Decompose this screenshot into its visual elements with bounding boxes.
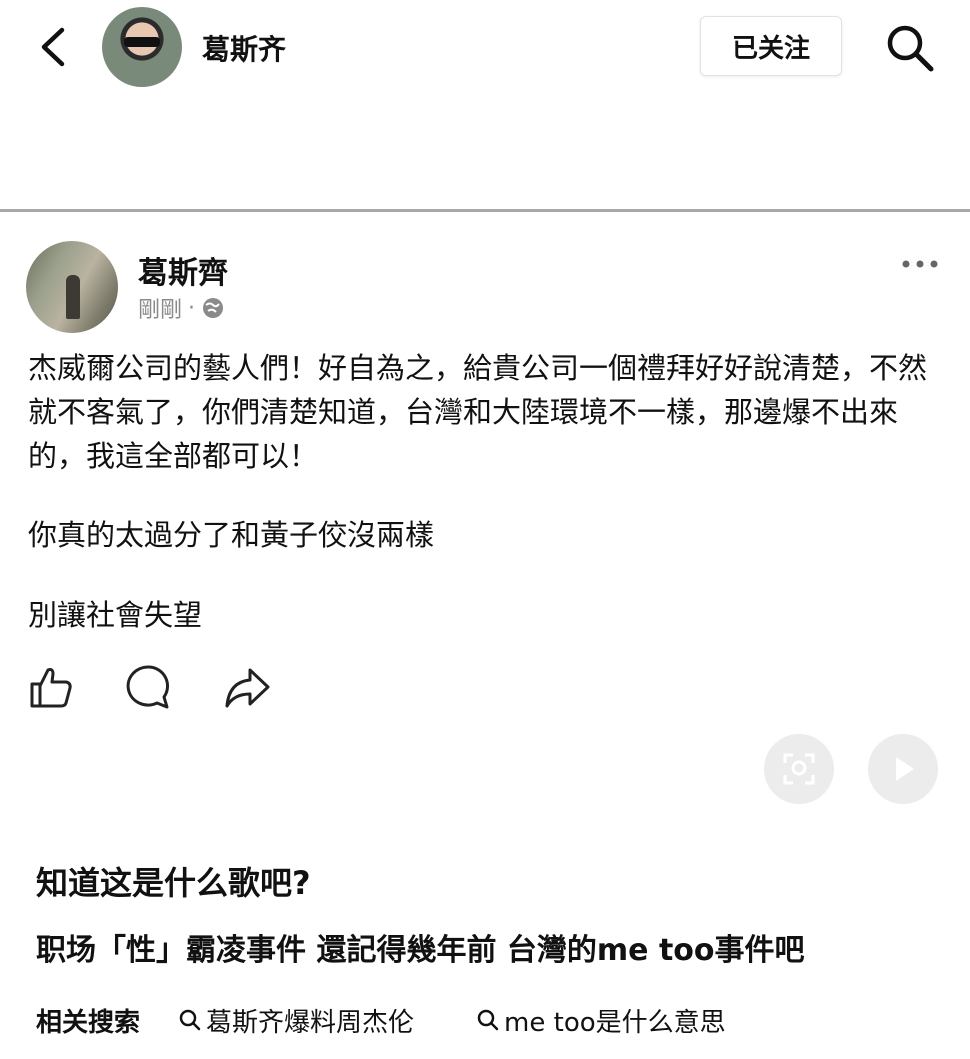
related-search-text: 葛斯齐爆料周杰伦 bbox=[206, 1007, 415, 1038]
post-paragraph: 你真的太過分了和黃子佼沒兩樣 bbox=[28, 518, 435, 552]
more-options-icon[interactable] bbox=[898, 246, 942, 276]
post-paragraph: 杰威爾公司的藝人們！好自為之，給貴公司一個禮拜好好說清楚，不然就不客氣了，你們清… bbox=[28, 351, 928, 473]
play-icon bbox=[896, 757, 914, 781]
post-text: 杰威爾公司的藝人們！好自為之，給貴公司一個禮拜好好說清楚，不然就不客氣了，你們清… bbox=[28, 346, 948, 478]
like-icon[interactable] bbox=[26, 662, 76, 712]
related-search-chip[interactable]: me too是什么意思 bbox=[476, 1002, 726, 1039]
caption-subtitle: 职场「性」霸凌事件 還記得幾年前 台灣的me too事件吧 bbox=[36, 933, 805, 968]
related-search-chip[interactable]: 葛斯齐爆料周杰伦 bbox=[178, 1002, 414, 1039]
search-icon[interactable] bbox=[884, 22, 936, 74]
account-name[interactable]: 葛斯齐 bbox=[202, 28, 286, 68]
related-searches: 相关搜索 葛斯齐爆料周杰伦 me too是什么意思 bbox=[36, 998, 966, 1042]
play-button[interactable] bbox=[868, 734, 938, 804]
post-meta: 剛剛 · bbox=[138, 292, 225, 324]
related-search-text: me too是什么意思 bbox=[504, 1007, 726, 1038]
share-icon[interactable] bbox=[222, 662, 272, 712]
post-author-name[interactable]: 葛斯齊 bbox=[138, 248, 228, 292]
post-author-avatar[interactable] bbox=[26, 241, 118, 333]
top-bar: 葛斯齐 已关注 bbox=[0, 0, 970, 95]
related-searches-label: 相关搜索 bbox=[36, 1007, 141, 1038]
comment-icon[interactable] bbox=[124, 662, 174, 712]
search-icon bbox=[179, 1009, 201, 1031]
post-time: 剛剛 bbox=[138, 298, 183, 323]
following-button[interactable]: 已关注 bbox=[700, 16, 842, 76]
scan-button[interactable] bbox=[764, 734, 834, 804]
globe-icon bbox=[203, 298, 224, 318]
scan-icon bbox=[783, 753, 815, 785]
meta-separator: · bbox=[188, 295, 196, 321]
account-avatar[interactable] bbox=[102, 7, 182, 87]
caption-question: 知道这是什么歌吧? bbox=[36, 864, 311, 902]
section-divider bbox=[0, 209, 970, 212]
search-icon bbox=[477, 1009, 499, 1031]
back-arrow-icon[interactable] bbox=[34, 22, 74, 72]
post-paragraph: 別讓社會失望 bbox=[28, 598, 203, 632]
